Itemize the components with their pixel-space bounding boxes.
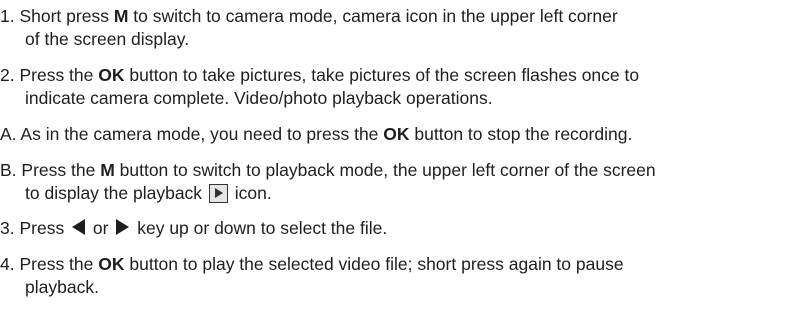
step-2-text-b: button to take pictures, take pictures o… bbox=[124, 65, 640, 85]
step-3-text-mid: or bbox=[88, 218, 114, 238]
step-1-key: M bbox=[113, 6, 129, 26]
instruction-document: 1. Short press M to switch to camera mod… bbox=[0, 0, 809, 331]
step-2: 2. Press the OK button to take pictures,… bbox=[0, 64, 800, 110]
left-arrow-icon bbox=[72, 219, 86, 235]
step-a-key: OK bbox=[383, 124, 410, 144]
step-4: 4. Press the OK button to play the selec… bbox=[0, 253, 800, 299]
play-button-icon bbox=[208, 184, 228, 203]
step-3-text-b: key up or down to select the file. bbox=[132, 218, 388, 238]
step-2-key: OK bbox=[98, 65, 125, 85]
step-b-line-2: to display the playback icon. bbox=[0, 182, 800, 205]
step-4-line-2: playback. bbox=[25, 277, 99, 297]
step-1: 1. Short press M to switch to camera mod… bbox=[0, 5, 800, 51]
step-1-text-b: to switch to camera mode, camera icon in… bbox=[128, 6, 618, 26]
step-a: A. As in the camera mode, you need to pr… bbox=[0, 123, 800, 146]
step-b: B. Press the M button to switch to playb… bbox=[0, 159, 800, 205]
step-3-text-a: 3. Press bbox=[0, 218, 70, 238]
step-2-text-a: 2. Press the bbox=[0, 65, 99, 85]
step-3: 3. Press or key up or down to select the… bbox=[0, 217, 800, 240]
right-arrow-icon bbox=[116, 219, 130, 235]
step-4-text-b: button to play the selected video file; … bbox=[124, 254, 624, 274]
step-4-key: OK bbox=[98, 254, 125, 274]
step-1-line-2: of the screen display. bbox=[25, 29, 190, 49]
step-b-line-2-a: to display the playback bbox=[25, 183, 207, 203]
step-b-text-b: button to switch to playback mode, the u… bbox=[114, 160, 656, 180]
step-b-text-a: B. Press the bbox=[0, 160, 101, 180]
step-4-text-a: 4. Press the bbox=[0, 254, 99, 274]
step-a-text-a: A. As in the camera mode, you need to pr… bbox=[0, 124, 384, 144]
step-a-text-b: button to stop the recording. bbox=[409, 124, 633, 144]
step-2-line-2: indicate camera complete. Video/photo pl… bbox=[25, 88, 493, 108]
step-b-key: M bbox=[100, 160, 115, 180]
step-1-text-a: 1. Short press bbox=[0, 6, 114, 26]
step-b-line-2-b: icon. bbox=[229, 183, 272, 203]
